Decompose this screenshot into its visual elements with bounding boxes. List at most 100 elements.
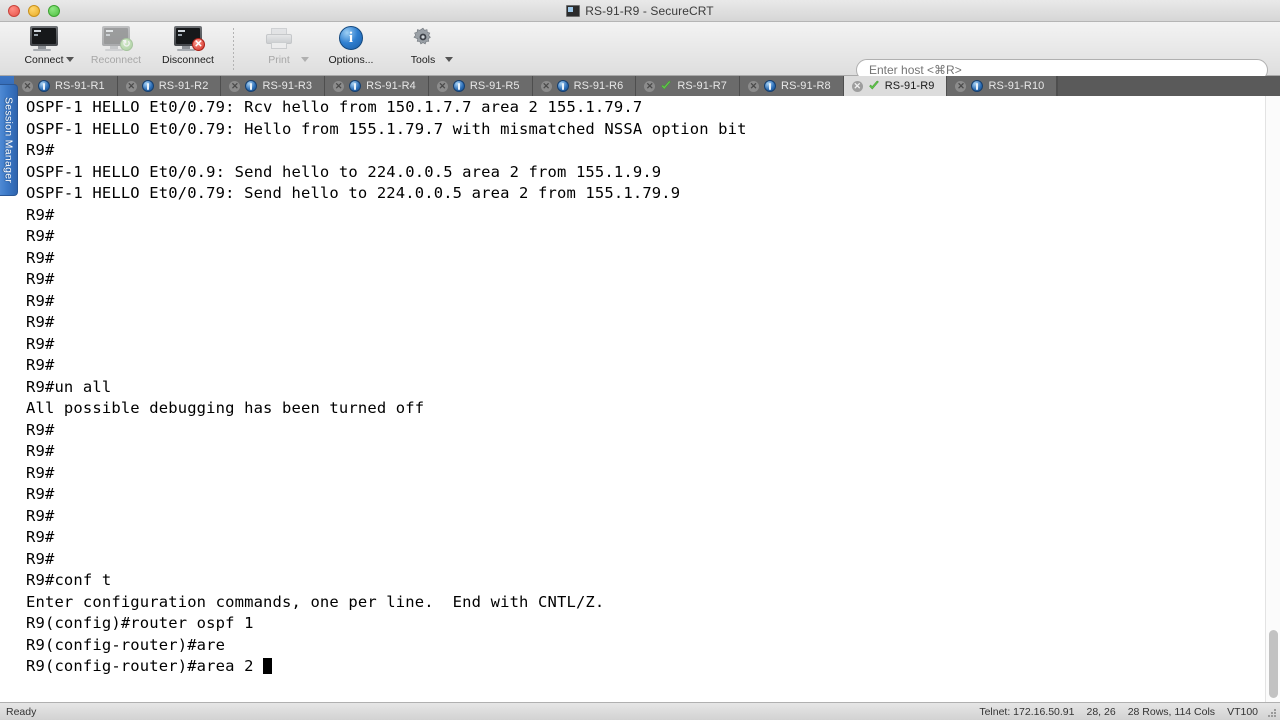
- print-dropdown-caret: [301, 57, 309, 62]
- terminal-line: OSPF-1 HELLO Et0/0.79: Send hello to 224…: [26, 184, 681, 202]
- close-icon[interactable]: ✕: [125, 80, 137, 92]
- securecrt-window: RS-91-R9 - SecureCRT Connect ↻ Reconnect: [0, 0, 1280, 720]
- tab-rs-91-r1[interactable]: ✕ RS-91-R1: [14, 76, 118, 96]
- tab-rs-91-r4[interactable]: ✕ RS-91-R4: [325, 76, 429, 96]
- tab-bar-empty-area: [1057, 76, 1280, 96]
- close-icon[interactable]: ✕: [748, 80, 760, 92]
- status-ready: Ready: [6, 705, 37, 718]
- terminal-line: R9#: [26, 270, 55, 288]
- resize-grip-icon[interactable]: [1266, 707, 1278, 719]
- monitor-reconnect-icon: ↻: [100, 25, 133, 53]
- tab-label: RS-91-R2: [158, 80, 209, 92]
- monitor-disconnect-icon: ✕: [172, 25, 205, 53]
- close-icon[interactable]: ✕: [644, 80, 656, 92]
- close-icon[interactable]: ✕: [333, 80, 345, 92]
- terminal-line: R9#: [26, 141, 55, 159]
- reconnect-label: Reconnect: [90, 54, 142, 66]
- terminal-line: Enter configuration commands, one per li…: [26, 592, 605, 611]
- gear-icon: [407, 25, 439, 53]
- status-emulation: VT100: [1227, 705, 1258, 718]
- terminal-line: R9#: [26, 528, 55, 546]
- tools-dropdown-caret[interactable]: [445, 57, 453, 62]
- status-blue-icon: [556, 80, 569, 92]
- printer-icon: [263, 25, 295, 53]
- terminal-line: All possible debugging has been turned o…: [26, 399, 425, 417]
- status-blue-icon: [141, 80, 154, 92]
- status-blue-icon: [349, 80, 362, 92]
- tab-label: RS-91-R5: [469, 80, 520, 92]
- toolbar-separator: [233, 28, 234, 70]
- terminal-line: OSPF-1 HELLO Et0/0.79: Hello from 155.1.…: [26, 119, 747, 138]
- disconnect-button[interactable]: ✕ Disconnect: [152, 22, 224, 76]
- session-manager-tab[interactable]: Session Manager: [0, 84, 18, 196]
- tab-label: RS-91-R7: [677, 80, 728, 92]
- status-dimensions: 28 Rows, 114 Cols: [1127, 705, 1216, 718]
- tab-label: RS-91-R6: [573, 80, 624, 92]
- terminal-line: R9#: [26, 549, 55, 568]
- close-icon[interactable]: ✕: [229, 80, 241, 92]
- disconnect-label: Disconnect: [162, 54, 214, 66]
- close-icon[interactable]: ✕: [955, 80, 967, 92]
- tab-rs-91-r7[interactable]: ✕ RS-91-R7: [636, 76, 741, 96]
- tools-label: Tools: [410, 54, 436, 66]
- terminal-line: R9#conf t: [26, 571, 112, 589]
- tab-rs-91-r3[interactable]: ✕ RS-91-R3: [221, 76, 326, 96]
- info-icon: i: [335, 25, 367, 53]
- scrollbar-thumb[interactable]: [1269, 630, 1278, 698]
- terminal-line: OSPF-1 HELLO Et0/0.9: Send hello to 224.…: [26, 162, 662, 181]
- tab-rs-91-r2[interactable]: ✕ RS-91-R2: [117, 76, 222, 96]
- close-icon[interactable]: ✕: [540, 80, 552, 92]
- terminal-line: R9#: [26, 356, 55, 374]
- tab-label: RS-91-R3: [262, 80, 313, 92]
- terminal-line: R9(config-router)#area 2: [26, 656, 1254, 678]
- close-icon[interactable]: ✕: [22, 80, 33, 92]
- options-button[interactable]: i Options...: [315, 22, 387, 76]
- tools-button[interactable]: Tools: [387, 22, 459, 76]
- tab-rs-91-r8[interactable]: ✕ RS-91-R8: [740, 76, 844, 96]
- status-bar: Ready Telnet: 172.16.50.91 28, 26 28 Row…: [0, 702, 1280, 720]
- terminal-line: R9#: [26, 248, 55, 267]
- status-cursor-position: 28, 26: [1086, 705, 1116, 718]
- tab-label: RS-91-R10: [988, 80, 1045, 92]
- close-icon[interactable]: ✕: [436, 80, 448, 92]
- terminal-line: R9#: [26, 463, 55, 482]
- toolbar-items: Connect ↻ Reconnect ✕ Disconnect Print i…: [8, 22, 459, 76]
- terminal-line: R9(config-router)#are: [26, 635, 226, 654]
- status-blue-icon: [971, 80, 984, 92]
- status-blue-icon: [452, 80, 465, 92]
- status-connection: Telnet: 172.16.50.91: [979, 705, 1075, 718]
- terminal-line: R9#: [26, 205, 55, 224]
- terminal-line: R9#: [26, 485, 55, 503]
- minimize-button[interactable]: [28, 5, 40, 17]
- close-icon[interactable]: ✕: [851, 80, 863, 92]
- monitor-icon: [28, 25, 60, 53]
- connect-button[interactable]: Connect: [8, 22, 80, 76]
- window-title: RS-91-R9 - SecureCRT: [585, 3, 714, 18]
- print-button: Print: [243, 22, 315, 76]
- terminal-scrollbar[interactable]: [1265, 96, 1280, 702]
- terminal-line: R9#: [26, 227, 55, 245]
- terminal-line: R9#: [26, 313, 55, 331]
- terminal-line: R9(config)#router ospf 1: [26, 614, 254, 632]
- terminal-icon: [566, 4, 581, 17]
- zoom-button[interactable]: [48, 5, 60, 17]
- status-blue-icon: [38, 80, 50, 92]
- tab-label: RS-91-R9: [884, 80, 935, 92]
- terminal-line: R9#: [26, 291, 55, 310]
- status-blue-icon: [245, 80, 258, 92]
- tab-bar: ✕ RS-91-R1 ✕ RS-91-R2 ✕ RS-91-R3 ✕ RS-91-R4 ✕ RS-…: [0, 76, 1280, 96]
- close-button[interactable]: [8, 5, 20, 17]
- tab-rs-91-r5[interactable]: ✕ RS-91-R5: [428, 76, 533, 96]
- terminal-screen[interactable]: OSPF-1 HELLO Et0/0.79: Rcv hello from 15…: [0, 96, 1280, 702]
- connect-label: Connect: [24, 54, 64, 66]
- tab-rs-91-r6[interactable]: ✕ RS-91-R6: [532, 76, 637, 96]
- session-manager-label: Session Manager: [2, 96, 15, 184]
- terminal-line: R9#: [26, 420, 55, 439]
- terminal-line: R9#un all: [26, 377, 112, 396]
- tab-rs-91-r9[interactable]: ✕ RS-91-R9: [843, 76, 948, 96]
- terminal-line: R9#: [26, 442, 55, 460]
- connect-dropdown-caret[interactable]: [66, 57, 74, 62]
- tab-label: RS-91-R1: [55, 80, 105, 92]
- toolbar: Connect ↻ Reconnect ✕ Disconnect Print i…: [0, 22, 1280, 81]
- tab-rs-91-r10[interactable]: ✕ RS-91-R10: [947, 76, 1058, 96]
